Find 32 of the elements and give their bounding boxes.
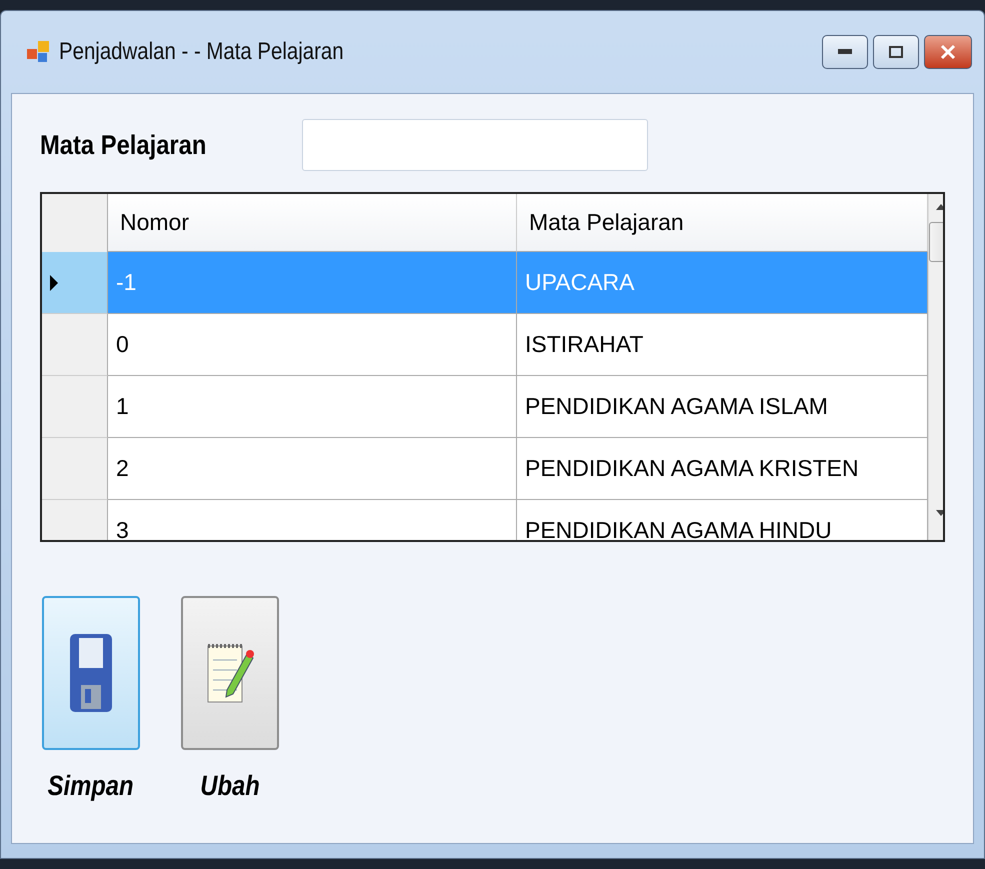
- scroll-down-arrow-icon: [936, 510, 943, 516]
- save-button[interactable]: [42, 596, 140, 750]
- table-cell: PENDIDIKAN AGAMA KRISTEN: [517, 438, 928, 500]
- maximize-icon: [889, 46, 903, 58]
- maximize-button[interactable]: [873, 35, 919, 69]
- column-header[interactable]: Nomor: [108, 194, 517, 252]
- field-label: Mata Pelajaran: [40, 130, 208, 160]
- row-header[interactable]: [42, 438, 108, 500]
- button-caption: Simpan: [48, 770, 134, 802]
- row-header[interactable]: [42, 376, 108, 438]
- table-cell: 2: [108, 438, 517, 500]
- column-header[interactable]: Mata Pelajaran: [517, 194, 928, 252]
- row-header[interactable]: [42, 314, 108, 376]
- scroll-up-arrow-icon: [936, 204, 943, 210]
- row-header[interactable]: [42, 252, 108, 314]
- minimize-button[interactable]: [822, 35, 868, 69]
- row-pointer-icon: [50, 274, 58, 290]
- edit-button[interactable]: [181, 596, 280, 750]
- table-cell: -1: [108, 252, 517, 314]
- table-cell: 1: [108, 376, 517, 438]
- minimize-icon: [838, 49, 852, 55]
- table-cell: ISTIRAHAT: [517, 314, 928, 376]
- window-title: Penjadwalan - - Mata Pelajaran: [59, 38, 344, 66]
- close-icon: [940, 44, 956, 60]
- table-cell: UPACARA: [517, 252, 928, 314]
- app-icon: [27, 41, 49, 63]
- table-cell: 0: [108, 314, 517, 376]
- button-caption: Ubah: [200, 770, 260, 802]
- grid-corner: [42, 194, 108, 252]
- close-button[interactable]: [924, 35, 972, 69]
- table-cell: PENDIDIKAN AGAMA ISLAM: [517, 376, 928, 438]
- input-field[interactable]: [302, 119, 648, 171]
